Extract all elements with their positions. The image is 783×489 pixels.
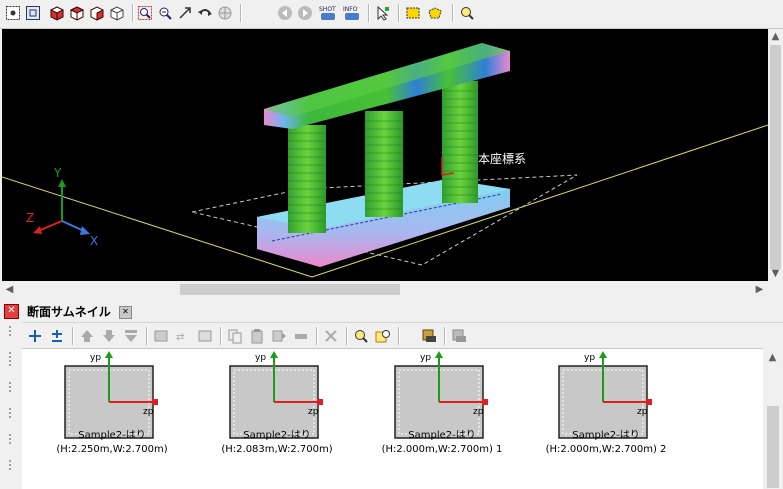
- axis-z-label: Z: [26, 211, 34, 225]
- shot-label: SHOT: [319, 6, 336, 13]
- section-thumbnail[interactable]: yp zp Sample2-はり (H:2.000m,W:2.700m) 1: [372, 349, 512, 489]
- zoom-out-icon[interactable]: [156, 4, 174, 22]
- panel-close-icon[interactable]: ✕: [4, 304, 19, 319]
- rotate-arrow-icon[interactable]: [176, 4, 194, 22]
- tab-close-icon[interactable]: ✕: [118, 306, 132, 319]
- list-view-icon[interactable]: [292, 327, 310, 345]
- search-icon[interactable]: [352, 327, 370, 345]
- viewport-horizontal-scrollbar[interactable]: ◀ ▶: [2, 281, 768, 298]
- cube-view-top-icon[interactable]: [68, 4, 86, 22]
- scrollbar-thumb[interactable]: [180, 284, 400, 295]
- thumbnail-vertical-scrollbar[interactable]: ▲: [763, 348, 783, 488]
- axis-y-label: Y: [53, 166, 62, 180]
- section-dimensions: (H:2.083m,W:2.700m): [221, 444, 333, 455]
- cube-view-side-icon[interactable]: [88, 4, 106, 22]
- swap-icon[interactable]: ⇄: [174, 327, 192, 345]
- scroll-left-icon[interactable]: ◀: [2, 282, 17, 297]
- scroll-up-icon[interactable]: ▲: [765, 350, 780, 365]
- section-settings-icon[interactable]: [450, 327, 468, 345]
- paste-icon[interactable]: [248, 327, 266, 345]
- pointer-select-icon[interactable]: [374, 4, 392, 22]
- add-icon[interactable]: [26, 327, 44, 345]
- window-icon[interactable]: [196, 327, 214, 345]
- panel-toolbar: ⇄: [0, 322, 783, 349]
- zp-label: zp: [308, 407, 319, 417]
- section-thumbnail[interactable]: yp zp Sample2-はり (H:2.083m,W:2.700m): [207, 349, 347, 489]
- info-icon[interactable]: INFO: [342, 4, 364, 22]
- axis-triad: Y Z X: [26, 166, 98, 248]
- pier-middle: [365, 111, 403, 217]
- svg-text:⇄: ⇄: [176, 332, 184, 343]
- move-up-icon[interactable]: [78, 327, 96, 345]
- section-thumbnail[interactable]: yp zp Sample2-はり (H:2.000m,W:2.700m) 2: [536, 349, 676, 489]
- axis-x-label: X: [90, 234, 98, 248]
- delete-icon[interactable]: [322, 327, 340, 345]
- undo-view-icon[interactable]: [196, 4, 214, 22]
- scrollbar-thumb[interactable]: [767, 406, 779, 488]
- cube-wireframe-icon[interactable]: [108, 4, 126, 22]
- section-dimensions: (H:2.250m,W:2.700m): [56, 444, 168, 455]
- scrollbar-thumb[interactable]: [770, 45, 781, 269]
- scroll-down-icon[interactable]: ▼: [768, 266, 783, 281]
- screenshot-icon[interactable]: SHOT: [318, 4, 340, 22]
- scroll-right-icon[interactable]: ▶: [752, 282, 767, 297]
- add-minus-icon[interactable]: [48, 327, 66, 345]
- section-name: Sample2-はり: [408, 430, 476, 441]
- section-name: Sample2-はり: [572, 430, 640, 441]
- polygon-select-icon[interactable]: [426, 4, 444, 22]
- image-edit-icon[interactable]: [152, 327, 170, 345]
- yp-label: yp: [420, 353, 431, 363]
- yp-label: yp: [255, 353, 266, 363]
- move-bottom-icon[interactable]: [122, 327, 140, 345]
- zp-label: zp: [143, 407, 154, 417]
- pier-right: [442, 81, 478, 203]
- scroll-up-icon[interactable]: ▲: [768, 29, 783, 44]
- panel-grip: [0, 322, 22, 488]
- find-in-list-icon[interactable]: [374, 327, 392, 345]
- section-import-icon[interactable]: [420, 327, 438, 345]
- 3d-viewport[interactable]: 本座標系 Y Z X: [2, 29, 768, 281]
- info-label: INFO: [343, 6, 358, 13]
- section-dimensions: (H:2.000m,W:2.700m) 1: [381, 444, 503, 455]
- search-zoom-icon[interactable]: [458, 4, 476, 22]
- viewport-vertical-scrollbar[interactable]: ▲ ▼: [768, 29, 783, 281]
- export-icon[interactable]: [270, 327, 288, 345]
- zp-label: zp: [637, 407, 648, 417]
- yp-label: yp: [584, 353, 595, 363]
- fit-view-icon[interactable]: [24, 4, 42, 22]
- cube-view-front-icon[interactable]: [48, 4, 66, 22]
- coordinate-system-label: 本座標系: [478, 151, 526, 166]
- section-dimensions: (H:2.000m,W:2.700m) 2: [545, 444, 667, 455]
- pan-icon[interactable]: [216, 4, 234, 22]
- zp-label: zp: [473, 407, 484, 417]
- bridge-model-render: 本座標系 Y Z X: [2, 43, 768, 278]
- section-thumbnail[interactable]: yp zp Sample2-はり (H:2.250m,W:2.700m): [42, 349, 182, 489]
- zoom-window-icon[interactable]: [136, 4, 154, 22]
- forward-arrow-icon[interactable]: [296, 4, 314, 22]
- yp-label: yp: [90, 353, 101, 363]
- section-name: Sample2-はり: [78, 430, 146, 441]
- copy-icon[interactable]: [226, 327, 244, 345]
- tab-section-thumbnails[interactable]: 断面サムネイル ✕: [23, 302, 136, 322]
- select-all-icon[interactable]: [4, 4, 22, 22]
- move-down-icon[interactable]: [100, 327, 118, 345]
- back-arrow-icon[interactable]: [276, 4, 294, 22]
- box-select-icon[interactable]: [404, 4, 422, 22]
- pier-left: [288, 125, 326, 233]
- section-name: Sample2-はり: [243, 430, 311, 441]
- thumbnail-area: yp zp Sample2-はり (H:2.250m,W:2.700m) yp …: [22, 348, 763, 489]
- main-toolbar: SHOT INFO: [0, 0, 783, 29]
- tab-label: 断面サムネイル: [27, 305, 111, 319]
